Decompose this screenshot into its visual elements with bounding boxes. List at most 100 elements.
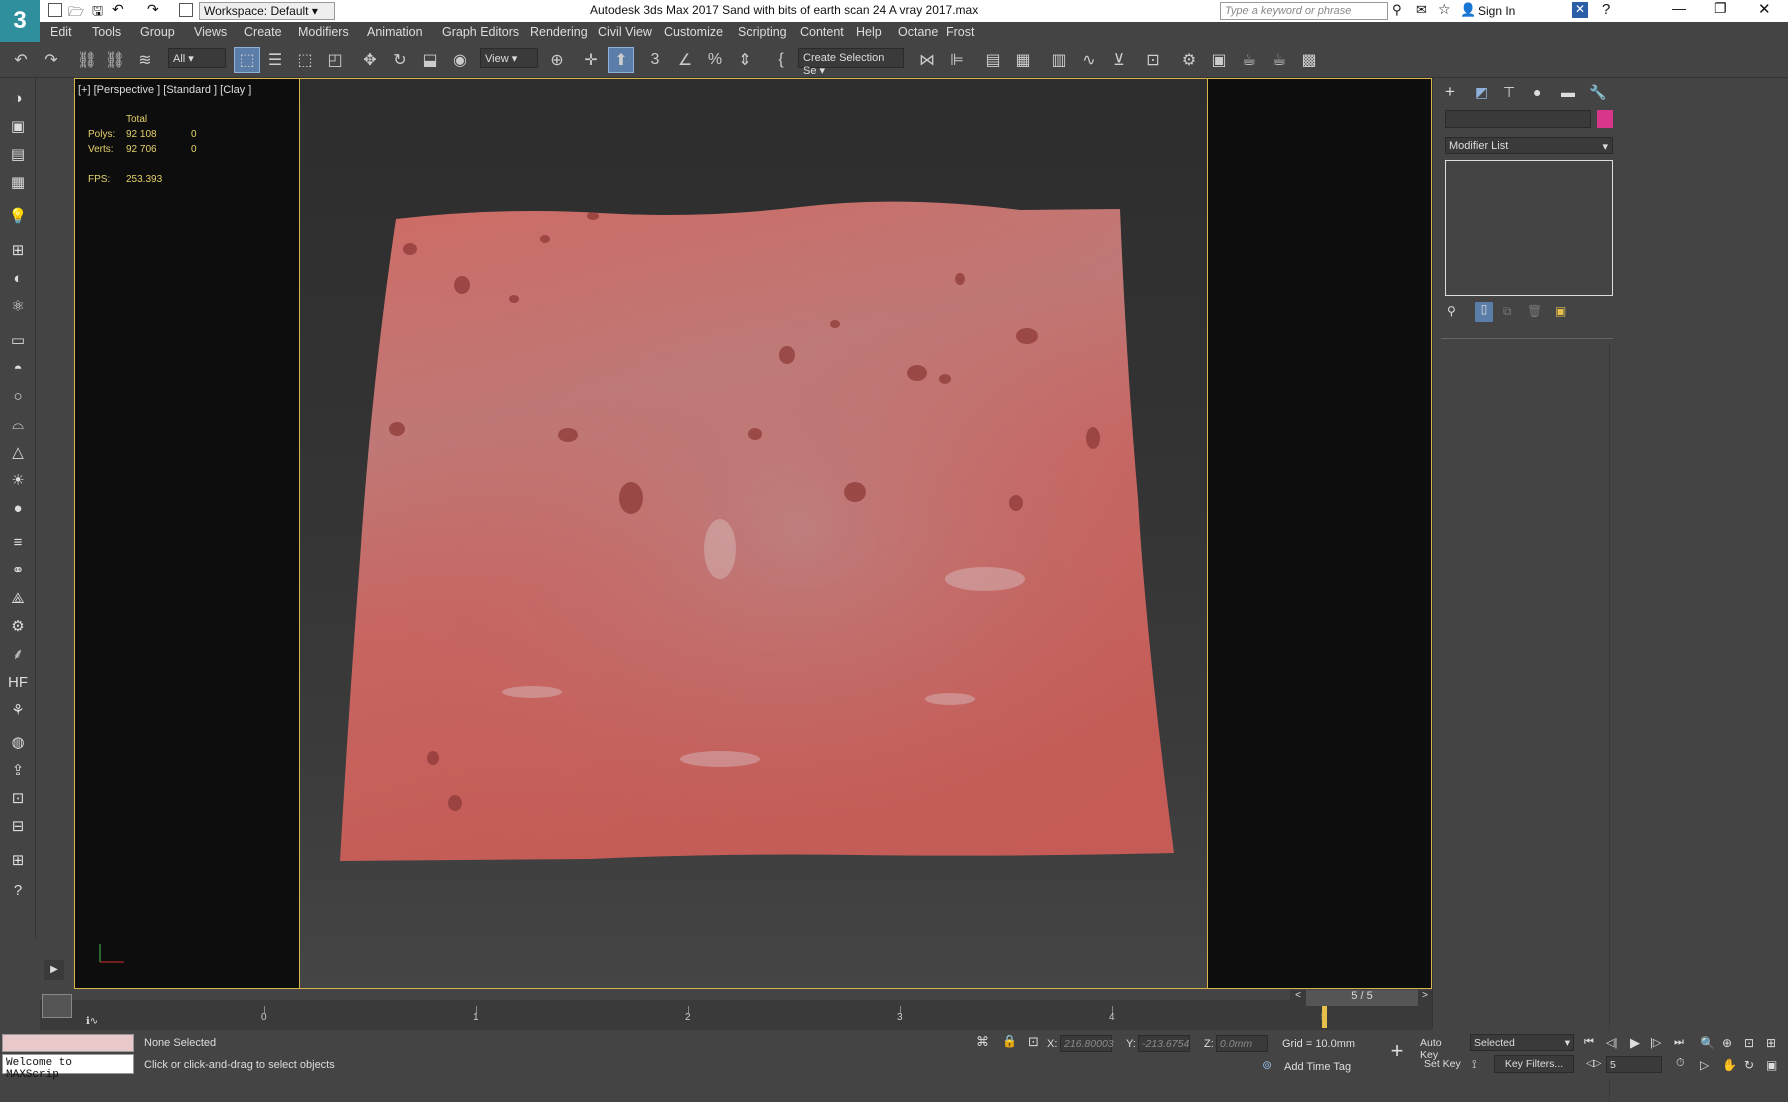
spinner-snap-icon[interactable]: ⇕ xyxy=(732,47,758,73)
mirror-icon[interactable]: ⋈ xyxy=(914,47,940,73)
object-color-swatch[interactable] xyxy=(1597,110,1613,128)
maxscript-output[interactable]: Welcome to MAXScrip xyxy=(2,1054,134,1081)
export-icon[interactable]: ⇪ xyxy=(6,758,30,782)
menu-tools[interactable]: Tools xyxy=(92,25,121,39)
undo-icon[interactable]: ↶ xyxy=(8,47,34,73)
z-coord-field[interactable]: 0.0mm xyxy=(1216,1035,1268,1052)
menu-edit[interactable]: Edit xyxy=(50,25,72,39)
toggle-ribbon-icon[interactable]: ▥ xyxy=(1046,47,1072,73)
x-coord-field[interactable]: 216.80003 xyxy=(1060,1035,1114,1052)
grass-icon[interactable]: ⸙ xyxy=(6,642,30,666)
current-frame-marker[interactable] xyxy=(1322,1006,1327,1028)
material-editor-icon[interactable]: ⊡ xyxy=(1140,47,1166,73)
select-manipulate-icon[interactable]: ✛ xyxy=(578,47,604,73)
binoculars-icon[interactable]: ⚲ xyxy=(1392,2,1402,18)
key-mode-dropdown[interactable]: Selected ▾ xyxy=(1470,1034,1574,1051)
new-file-icon[interactable] xyxy=(48,3,62,17)
remove-modifier-icon[interactable]: 🗑 xyxy=(1527,304,1542,318)
sphere-light-icon[interactable]: ○ xyxy=(6,384,30,408)
sun-icon[interactable]: ☀ xyxy=(6,468,30,492)
time-slider-prev-icon[interactable]: < xyxy=(1290,990,1306,1006)
orbit-icon[interactable]: ↻ xyxy=(1744,1058,1754,1072)
configure-modifier-sets-icon[interactable]: ▣ xyxy=(1555,304,1566,318)
workspace-dropdown[interactable]: Workspace: Default ▾ xyxy=(199,2,335,20)
exchange-apps-icon[interactable]: ✕ xyxy=(1572,2,1588,18)
go-to-end-icon[interactable]: ⏭ xyxy=(1674,1036,1684,1049)
play-icon[interactable]: ▶ xyxy=(1630,1035,1640,1051)
modify-tab-icon[interactable]: ◩ xyxy=(1475,84,1488,101)
render-region-icon[interactable]: ⊞ xyxy=(6,238,30,262)
maximize-viewport-icon[interactable]: ▣ xyxy=(1766,1058,1777,1072)
batch-icon[interactable]: ⊞ xyxy=(6,848,30,872)
rotate-icon[interactable]: ↻ xyxy=(387,47,413,73)
mini-curve-editor-toggle[interactable] xyxy=(42,994,72,1018)
current-frame-field[interactable]: 5 xyxy=(1606,1056,1662,1073)
zoom-extents-all-icon[interactable]: ⊞ xyxy=(1766,1036,1776,1050)
layers-panel-icon[interactable]: ▤ xyxy=(6,142,30,166)
settings-gear-icon[interactable]: ⚙ xyxy=(6,614,30,638)
link-icon[interactable]: ⛓ xyxy=(74,47,100,73)
search-input[interactable]: Type a keyword or phrase xyxy=(1220,2,1388,20)
track-bar[interactable]: 012345 xyxy=(124,1006,1364,1030)
menu-create[interactable]: Create xyxy=(244,25,282,39)
render-gallery-icon[interactable]: ▩ xyxy=(1296,47,1322,73)
add-time-tag[interactable]: Add Time Tag xyxy=(1284,1061,1351,1073)
field-of-view-icon[interactable]: ▷ xyxy=(1700,1058,1709,1072)
select-by-name-icon[interactable]: ☰ xyxy=(262,47,288,73)
unlink-icon[interactable]: ⛓ xyxy=(102,47,128,73)
molecule-icon[interactable]: ⚭ xyxy=(6,558,30,582)
sphere-icon[interactable]: ● xyxy=(6,496,30,520)
time-tag-icon[interactable]: ⊚ xyxy=(1262,1058,1272,1072)
absolute-transform-icon[interactable]: ⊡ xyxy=(1028,1034,1039,1050)
timeline[interactable]: < 5 / 5 > ℹ∿ 012345 xyxy=(40,990,1432,1030)
globe-icon[interactable]: ◍ xyxy=(6,730,30,754)
viewport-layout-icon[interactable]: ◑ xyxy=(6,86,30,110)
set-key-plus-icon[interactable]: + xyxy=(1382,1038,1412,1068)
save-icon[interactable]: 🖫 xyxy=(92,2,103,24)
next-frame-icon[interactable]: |▷ xyxy=(1650,1036,1661,1049)
time-configuration-icon[interactable]: ⏱ xyxy=(1676,1057,1685,1070)
scale-icon[interactable]: ⬓ xyxy=(417,47,443,73)
scene-states-icon[interactable]: ▦ xyxy=(6,170,30,194)
time-slider-next-icon[interactable]: > xyxy=(1418,990,1432,1006)
percent-snap-icon[interactable]: % xyxy=(702,47,728,73)
window-crossing-icon[interactable]: ◰ xyxy=(322,47,348,73)
menu-customize[interactable]: Customize xyxy=(664,25,723,39)
track-bar-icon[interactable]: ℹ∿ xyxy=(86,1016,98,1027)
communication-icon[interactable]: ✉ xyxy=(1416,2,1427,18)
render-iterative-icon[interactable]: ☕ xyxy=(1266,47,1292,73)
app-logo-icon[interactable]: 3 xyxy=(0,0,40,42)
pan-view-icon[interactable]: ✋ xyxy=(1722,1058,1737,1072)
curve-editor-icon[interactable]: ∿ xyxy=(1076,47,1102,73)
help-icon[interactable]: ? xyxy=(1602,1,1610,18)
favorites-star-icon[interactable]: ☆ xyxy=(1438,1,1451,18)
minimize-icon[interactable]: — xyxy=(1672,0,1686,16)
panel-scrollbar[interactable] xyxy=(1609,344,1610,1102)
modifier-list-dropdown[interactable]: Modifier List ▾ xyxy=(1445,137,1613,154)
menu-views[interactable]: Views xyxy=(194,25,227,39)
sign-in-button[interactable]: Sign In xyxy=(1478,4,1515,18)
zoom-icon[interactable]: 🔍 xyxy=(1700,1036,1715,1050)
key-mode-toggle-icon[interactable]: ◁▷ xyxy=(1586,1058,1601,1069)
schematic-view-icon[interactable]: ⊻ xyxy=(1106,47,1132,73)
reference-coordinate-dropdown[interactable]: View ▾ xyxy=(480,48,538,68)
particle-icon[interactable]: ⚛ xyxy=(6,294,30,318)
expand-panel-arrow-icon[interactable]: ▶ xyxy=(44,960,64,980)
script-icon[interactable]: ⊡ xyxy=(6,786,30,810)
fur-icon[interactable]: ≡ xyxy=(6,530,30,554)
scene-explorer-icon[interactable]: ▤ xyxy=(980,47,1006,73)
edit-named-selection-icon[interactable]: { xyxy=(768,47,794,73)
frost-icon[interactable]: ◐ xyxy=(6,266,30,290)
isolate-selection-icon[interactable]: ⌘ xyxy=(976,1034,989,1050)
menu-frost[interactable]: Frost xyxy=(946,25,974,39)
modifier-stack[interactable] xyxy=(1445,160,1613,296)
menu-group[interactable]: Group xyxy=(140,25,175,39)
menu-content[interactable]: Content xyxy=(800,25,844,39)
project-icon[interactable] xyxy=(179,3,193,17)
previous-frame-icon[interactable]: ◁| xyxy=(1606,1036,1617,1049)
zoom-extents-icon[interactable]: ⊡ xyxy=(1744,1036,1754,1050)
render-setup-icon[interactable]: ⚙ xyxy=(1176,47,1202,73)
hair-farm-icon[interactable]: HF xyxy=(6,670,30,694)
align-icon[interactable]: ⊫ xyxy=(944,47,970,73)
rectangular-selection-icon[interactable]: ⬚ xyxy=(292,47,318,73)
